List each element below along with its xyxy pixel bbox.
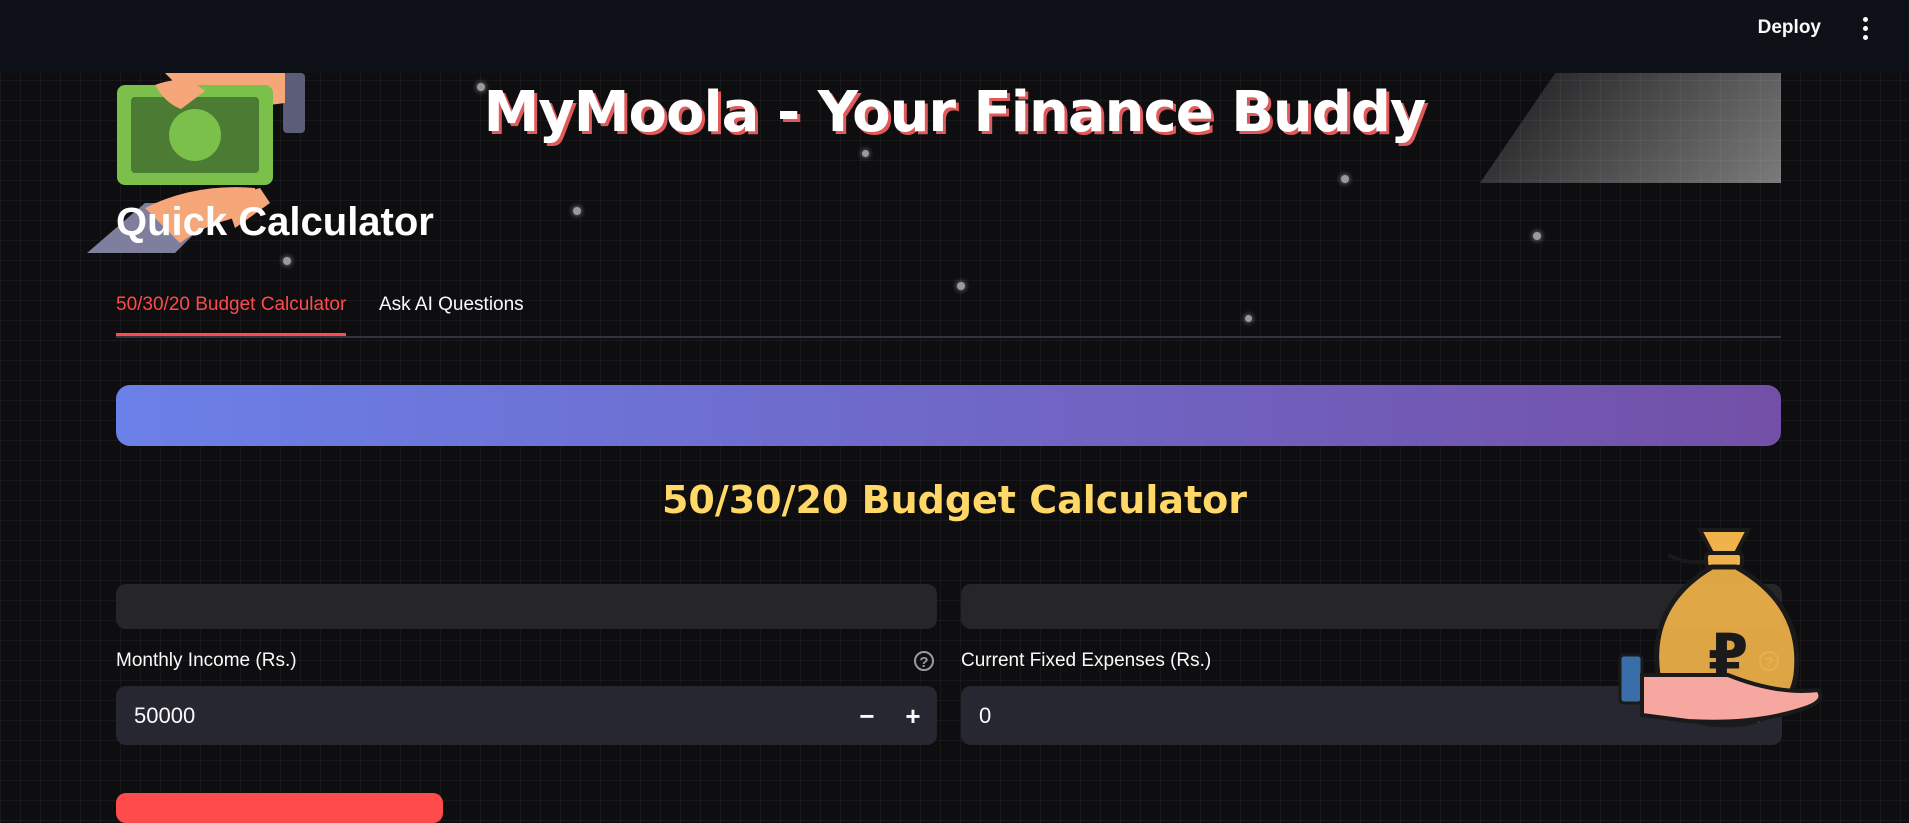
decorative-dot: [862, 150, 869, 157]
increment-button[interactable]: +: [895, 698, 931, 734]
placeholder-bar-left: [116, 584, 937, 629]
calculator-heading: 50/30/20 Budget Calculator: [661, 478, 1248, 522]
decorative-dot: [283, 257, 291, 265]
gradient-banner: [116, 385, 1781, 446]
decorative-dot: [573, 207, 581, 215]
app-title: MyMoola - Your Finance Buddy: [483, 80, 1427, 145]
fixed-expenses-label: Current Fixed Expenses (Rs.): [961, 650, 1212, 671]
top-bar: Deploy: [0, 0, 1909, 73]
tab-budget-calculator[interactable]: 50/30/20 Budget Calculator: [116, 285, 347, 336]
monthly-income-label: Monthly Income (Rs.): [116, 650, 297, 671]
tab-bar: 50/30/20 Budget Calculator Ask AI Questi…: [116, 285, 1781, 338]
decorative-dot: [1533, 232, 1541, 240]
calculate-button[interactable]: [116, 793, 443, 823]
kebab-menu-icon[interactable]: [1855, 14, 1875, 42]
tab-divider: [116, 336, 1781, 338]
decrement-button[interactable]: −: [849, 698, 885, 734]
monthly-income-input[interactable]: 50000 − +: [116, 686, 937, 745]
tab-ask-ai-questions[interactable]: Ask AI Questions: [379, 285, 524, 336]
monthly-income-value[interactable]: 50000: [134, 686, 195, 745]
section-title: Quick Calculator: [116, 200, 434, 244]
help-circle-icon[interactable]: ?: [914, 651, 934, 671]
fixed-expenses-value[interactable]: 0: [979, 686, 991, 745]
money-bag-icon: ₽: [1618, 528, 1823, 728]
decorative-dot: [1341, 175, 1349, 183]
deploy-button[interactable]: Deploy: [1750, 14, 1829, 42]
